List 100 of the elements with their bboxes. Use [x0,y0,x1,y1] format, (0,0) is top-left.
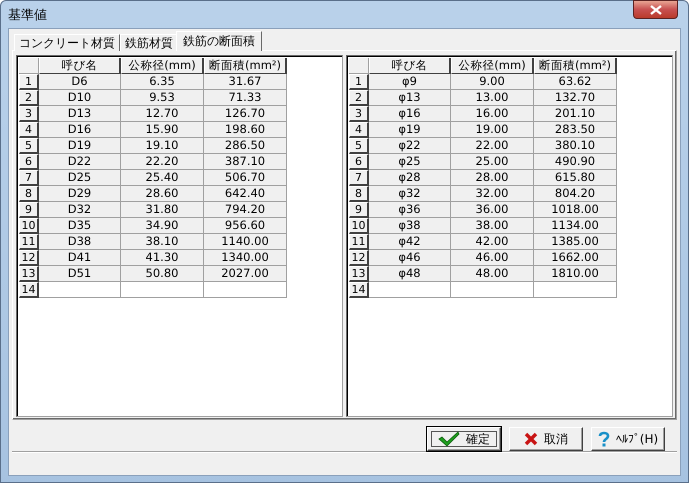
table-cell: 1662.00 [534,250,617,266]
table-cell: 1340.00 [204,250,287,266]
table-cell: D29 [39,186,121,202]
row-header[interactable]: 7 [19,170,39,186]
table-cell: 34.90 [121,218,204,234]
row-header[interactable]: 4 [19,122,39,138]
table-cell: D16 [39,122,121,138]
table-cell: 22.20 [121,154,204,170]
row-header[interactable]: 11 [19,234,39,250]
row-header[interactable]: 6 [19,154,39,170]
table-cell: D19 [39,138,121,154]
table-cell: 9.53 [121,90,204,106]
table-cell: 286.50 [204,138,287,154]
table-cell: D6 [39,74,121,90]
table-cell: φ25 [369,154,451,170]
row-header[interactable]: 14 [349,282,369,298]
table-cell: 15.90 [121,122,204,138]
row-header[interactable]: 5 [349,138,369,154]
row-header[interactable]: 1 [349,74,369,90]
close-button[interactable] [633,0,678,19]
table-cell: 46.00 [451,250,534,266]
row-header[interactable]: 12 [19,250,39,266]
row-header[interactable]: 2 [349,90,369,106]
table-cell: D38 [39,234,121,250]
table-cell: φ16 [369,106,451,122]
tab[interactable]: 鉄筋の断面積 [176,31,262,51]
table-cell: 16.00 [451,106,534,122]
row-header[interactable]: 14 [19,282,39,298]
column-header[interactable]: 断面積(mm²) [534,58,617,74]
row-header[interactable]: 7 [349,170,369,186]
row-header[interactable]: 6 [349,154,369,170]
tab[interactable]: 鉄筋材質 [120,34,178,51]
table-cell: 38.10 [121,234,204,250]
row-header[interactable]: 12 [349,250,369,266]
table-cell: φ32 [369,186,451,202]
row-header[interactable]: 8 [19,186,39,202]
row-header[interactable]: 10 [349,218,369,234]
row-header[interactable]: 13 [19,266,39,282]
row-header[interactable]: 4 [349,122,369,138]
table-cell: 201.10 [534,106,617,122]
table-cell: 63.62 [534,74,617,90]
row-header[interactable]: 9 [349,202,369,218]
row-header[interactable]: 3 [349,106,369,122]
table-cell: φ46 [369,250,451,266]
table-cell: φ36 [369,202,451,218]
table-cell: 6.35 [121,74,204,90]
table-cell: φ42 [369,234,451,250]
row-header[interactable]: 3 [19,106,39,122]
table-cell: 25.00 [451,154,534,170]
row-header[interactable]: 8 [349,186,369,202]
row-header[interactable]: 11 [349,234,369,250]
table-cell: 387.10 [204,154,287,170]
table-cell: 956.60 [204,218,287,234]
table-cell: 12.70 [121,106,204,122]
table-corner-cell[interactable] [349,58,369,74]
table-cell: 1018.00 [534,202,617,218]
cancel-button[interactable]: 取消 [509,427,583,451]
row-header[interactable]: 10 [19,218,39,234]
row-header[interactable]: 1 [19,74,39,90]
table-cell: 71.33 [204,90,287,106]
window-title: 基準値 [8,6,47,24]
table-cell: 31.80 [121,202,204,218]
table-cell: φ38 [369,218,451,234]
table-cell: 32.00 [451,186,534,202]
confirm-button[interactable]: 確定 [427,427,501,451]
column-header[interactable]: 呼び名 [39,58,121,74]
row-header[interactable]: 13 [349,266,369,282]
close-icon [650,4,662,14]
table-cell: D51 [39,266,121,282]
tab[interactable]: コンクリート材質 [14,34,120,51]
table-cell: D13 [39,106,121,122]
table-cell: 1134.00 [534,218,617,234]
column-header[interactable]: 公称径(mm) [451,58,534,74]
table-cell: φ28 [369,170,451,186]
table-cell: D10 [39,90,121,106]
table-cell: 41.30 [121,250,204,266]
help-button[interactable]: ﾍﾙﾌﾟ(H) [591,427,665,451]
table-cell: D41 [39,250,121,266]
table-cell: φ48 [369,266,451,282]
row-header[interactable]: 5 [19,138,39,154]
column-header[interactable]: 呼び名 [369,58,451,74]
table-cell: 9.00 [451,74,534,90]
table-cell: 19.10 [121,138,204,154]
table-cell: φ22 [369,138,451,154]
table-corner-cell[interactable] [19,58,39,74]
table-cell: φ13 [369,90,451,106]
table-cell: 198.60 [204,122,287,138]
table-cell: 794.20 [204,202,287,218]
table-cell: φ19 [369,122,451,138]
table-cell: 1385.00 [534,234,617,250]
table-cell: 31.67 [204,74,287,90]
row-header[interactable]: 9 [19,202,39,218]
row-header[interactable]: 2 [19,90,39,106]
table-cell: 28.00 [451,170,534,186]
table-cell: 1140.00 [204,234,287,250]
table-cell: 36.00 [451,202,534,218]
table-cell: 19.00 [451,122,534,138]
column-header[interactable]: 断面積(mm²) [204,58,287,74]
table-cell: φ9 [369,74,451,90]
column-header[interactable]: 公称径(mm) [121,58,204,74]
